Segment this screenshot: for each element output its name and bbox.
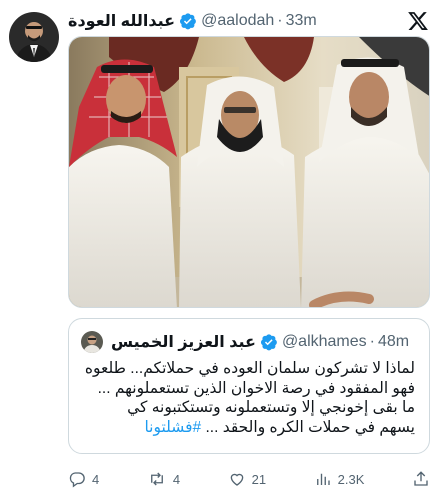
x-logo-icon[interactable] (405, 8, 431, 34)
share-icon (414, 471, 428, 486)
quoted-tweet[interactable]: عبد العزيز الخميس @alkhames · 48m لماذا … (68, 318, 430, 454)
repost-button[interactable]: 4 (147, 470, 180, 488)
tweet-header: عبدالله العودة @aalodah · 33m (68, 8, 431, 34)
hashtag-link[interactable]: #فشلتونا (144, 419, 201, 436)
quoted-timestamp[interactable]: 48m (378, 333, 409, 351)
tweet-photo[interactable] (68, 36, 430, 308)
quoted-author-avatar[interactable] (81, 331, 103, 353)
heart-icon (230, 473, 243, 486)
reply-icon (69, 472, 85, 488)
quoted-separator-dot: · (369, 333, 375, 350)
share-button[interactable] (412, 470, 430, 488)
quoted-author-handle[interactable]: @alkhames (282, 333, 367, 351)
verified-badge-icon (179, 12, 197, 30)
views-button[interactable]: 2.3K (314, 470, 365, 488)
separator-dot: · (277, 12, 283, 29)
action-bar: 4 4 21 2.3K (68, 466, 430, 492)
repost-icon (150, 472, 163, 486)
quoted-tweet-header: عبد العزيز الخميس @alkhames · 48m (81, 329, 419, 355)
views-chart-icon (316, 473, 330, 485)
quoted-text-line: يسهم في حملات الكره والحقد ... (205, 418, 415, 436)
quoted-text-line: ما بقى إخونجي إلا وتستعملونه وتستكتبونه … (127, 399, 415, 416)
reply-count: 4 (92, 471, 100, 487)
quoted-tweet-text: لماذا لا تشركون سلمان العوده في حملاتكم.… (79, 359, 415, 437)
reply-button[interactable]: 4 (68, 470, 99, 488)
author-handle[interactable]: @aalodah (201, 12, 274, 30)
like-count: 21 (251, 471, 267, 487)
author-avatar[interactable] (9, 12, 59, 62)
repost-count: 4 (172, 471, 181, 487)
quoted-text-line: فهو المفقود في رصة الاخوان الذين تستعملو… (97, 379, 415, 397)
quoted-author-name[interactable]: عبد العزيز الخميس (111, 332, 256, 352)
views-count: 2.3K (337, 471, 365, 487)
quoted-verified-badge-icon (260, 333, 278, 351)
author-name[interactable]: عبدالله العودة (68, 11, 175, 31)
like-button[interactable]: 21 (228, 470, 266, 488)
quoted-text-line: لماذا لا تشركون سلمان العوده في حملاتكم.… (84, 360, 415, 377)
quoted-text-line-last: يسهم في حملات الكره والحقد ... #فشلتونا (79, 418, 415, 438)
timestamp[interactable]: 33m (286, 12, 317, 30)
